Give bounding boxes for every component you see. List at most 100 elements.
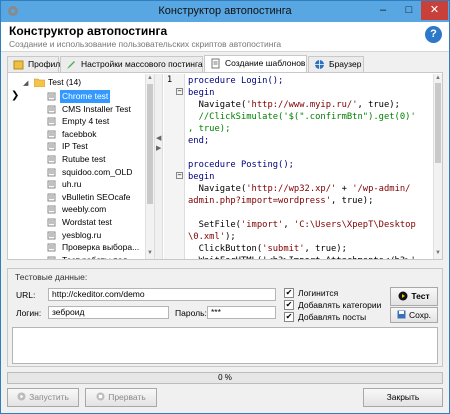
code-line: WaitForHTML('<h3>Import Attachments</h3>… [188,255,416,259]
script-icon [47,218,56,227]
floppy-icon [397,310,406,319]
progress-bar: 0 % [7,372,443,384]
script-icon [47,243,56,252]
tree-scroll-thumb[interactable] [147,84,153,204]
password-label: Пароль: [175,308,207,318]
scroll-up-icon[interactable]: ▲ [147,75,153,81]
add-categories-checkbox[interactable]: ✔ [284,300,294,310]
script-icon [47,168,56,177]
url-label: URL: [16,290,36,300]
tree-item-label: Wordstat test [62,217,112,227]
script-icon [47,180,56,189]
close-button[interactable]: Закрыть [363,388,443,407]
current-row-marker-icon: ❯ [11,90,20,101]
fold-toggle-icon[interactable]: − [176,172,183,179]
close-window-button[interactable]: ✕ [421,1,448,20]
tree-item-label: vBulletin SEOcafe [62,191,131,202]
code-line: Navigate('http://wp32.xp/' + '/wp-admin/ [188,184,411,194]
script-icon [47,105,56,114]
script-icon [47,231,56,240]
code-line: , true); [188,124,231,134]
tree-item-label: Empty 4 test [62,116,110,127]
tree-item-label: Тест работы под... [60,254,136,259]
script-icon [47,92,56,101]
document-icon [211,58,220,69]
code-line: Navigate('http://www.myip.ru/', true); [188,100,400,110]
help-icon[interactable]: ? [425,26,442,43]
editor-gutter: 1 − − [164,74,185,259]
code-line: admin.php?import=wordpress', true); [188,196,374,206]
maximize-button[interactable]: □ [396,1,422,20]
test-output-box[interactable] [12,327,438,364]
tree-item-label: CMS Installer Test [62,103,131,114]
tree-item-label: Проверка выбора... [62,242,140,253]
stop-icon [96,392,105,401]
tree-scrollbar[interactable]: ▲ ▼ [145,74,154,259]
tab-browser[interactable]: Браузер [308,56,364,72]
expand-right-icon[interactable]: ▶ [156,144,161,152]
fold-toggle-icon[interactable]: − [176,88,183,95]
collapse-left-icon[interactable]: ◀ [156,134,161,142]
stop-button[interactable]: Прервать [85,388,157,407]
main-window: Конструктор автопостинга – □ ✕ Конструкт… [0,0,450,414]
start-button[interactable]: Запустить [7,388,79,407]
tree-item-label: weebly.com [62,204,107,215]
code-line: end; [188,136,210,146]
tab-template-creation[interactable]: Создание шаблонов [204,55,307,73]
progress-text: 0 % [218,373,232,382]
tree-item-label: squidoo.com_OLD [62,166,133,177]
add-categories-label: Добавлять категории [298,300,382,310]
code-line: procedure Posting(); [188,160,294,170]
script-icon [47,205,56,214]
tree-root-label: Test (14) [48,77,82,87]
tree-item-label: yesblog.ru [62,229,102,240]
page-title: Конструктор автопостинга [9,24,168,38]
scroll-up-icon[interactable]: ▲ [435,75,441,81]
code-line: procedure Login(); [188,76,284,86]
tree-item-label: uh.ru [62,179,82,190]
title-bar[interactable]: Конструктор автопостинга – □ ✕ [1,1,449,22]
minimize-button[interactable]: – [370,1,396,20]
script-icon [47,155,56,164]
script-icon [47,256,56,259]
tree-root[interactable]: ◢ Test (14) [23,76,81,89]
template-tree[interactable]: ◢ Test (14) ❯ Chrome test CMS Installer T… [9,74,145,259]
tab-mass-posting-settings[interactable]: Настройки массового постинга [60,56,203,72]
editor-scroll-thumb[interactable] [435,83,441,163]
pane-splitter[interactable]: ◀ ▶ [154,74,163,259]
add-posts-label: Добавлять посты [298,312,367,322]
test-button[interactable]: Тест [390,287,438,306]
tree-item-label: Chrome test [60,90,111,103]
code-line: ClickButton('submit', true); [188,244,347,254]
scroll-down-icon[interactable]: ▼ [147,250,153,256]
play-icon [398,291,408,301]
page-header: Конструктор автопостинга Создание и испо… [1,22,449,52]
login-checkbox-label: Логинится [298,288,339,298]
code-line: begin [188,88,215,98]
login-label: Логин: [16,308,42,318]
login-checkbox[interactable]: ✔ [284,288,294,298]
script-icon [47,117,56,126]
script-icon [47,193,56,202]
code-line: begin [188,172,215,182]
play-icon [17,392,26,401]
browser-icon [315,60,324,69]
template-panel: ◢ Test (14) ❯ Chrome test CMS Installer T… [7,72,443,260]
tree-item-label: Rutube test [62,154,106,164]
password-field[interactable]: *** [207,306,276,319]
add-posts-checkbox[interactable]: ✔ [284,312,294,322]
scroll-down-icon[interactable]: ▼ [435,250,441,256]
tree-item-label: facebbok [62,128,97,139]
editor-scrollbar[interactable]: ▲ ▼ [433,74,442,259]
save-button[interactable]: Сохр. [390,307,438,323]
script-icon [47,130,56,139]
tab-profiles[interactable]: Профили [7,56,65,72]
login-field[interactable]: зеброид [48,306,169,319]
pencil-icon [67,61,75,69]
page-subtitle: Создание и использование пользовательски… [9,39,282,49]
code-editor[interactable]: 1 − − procedure Login(); begin Navigate('… [164,74,433,259]
folder-icon [34,78,45,87]
url-field[interactable]: http://ckeditor.com/demo [48,288,276,301]
script-icon [47,142,56,151]
line-number: 1 [167,75,173,85]
